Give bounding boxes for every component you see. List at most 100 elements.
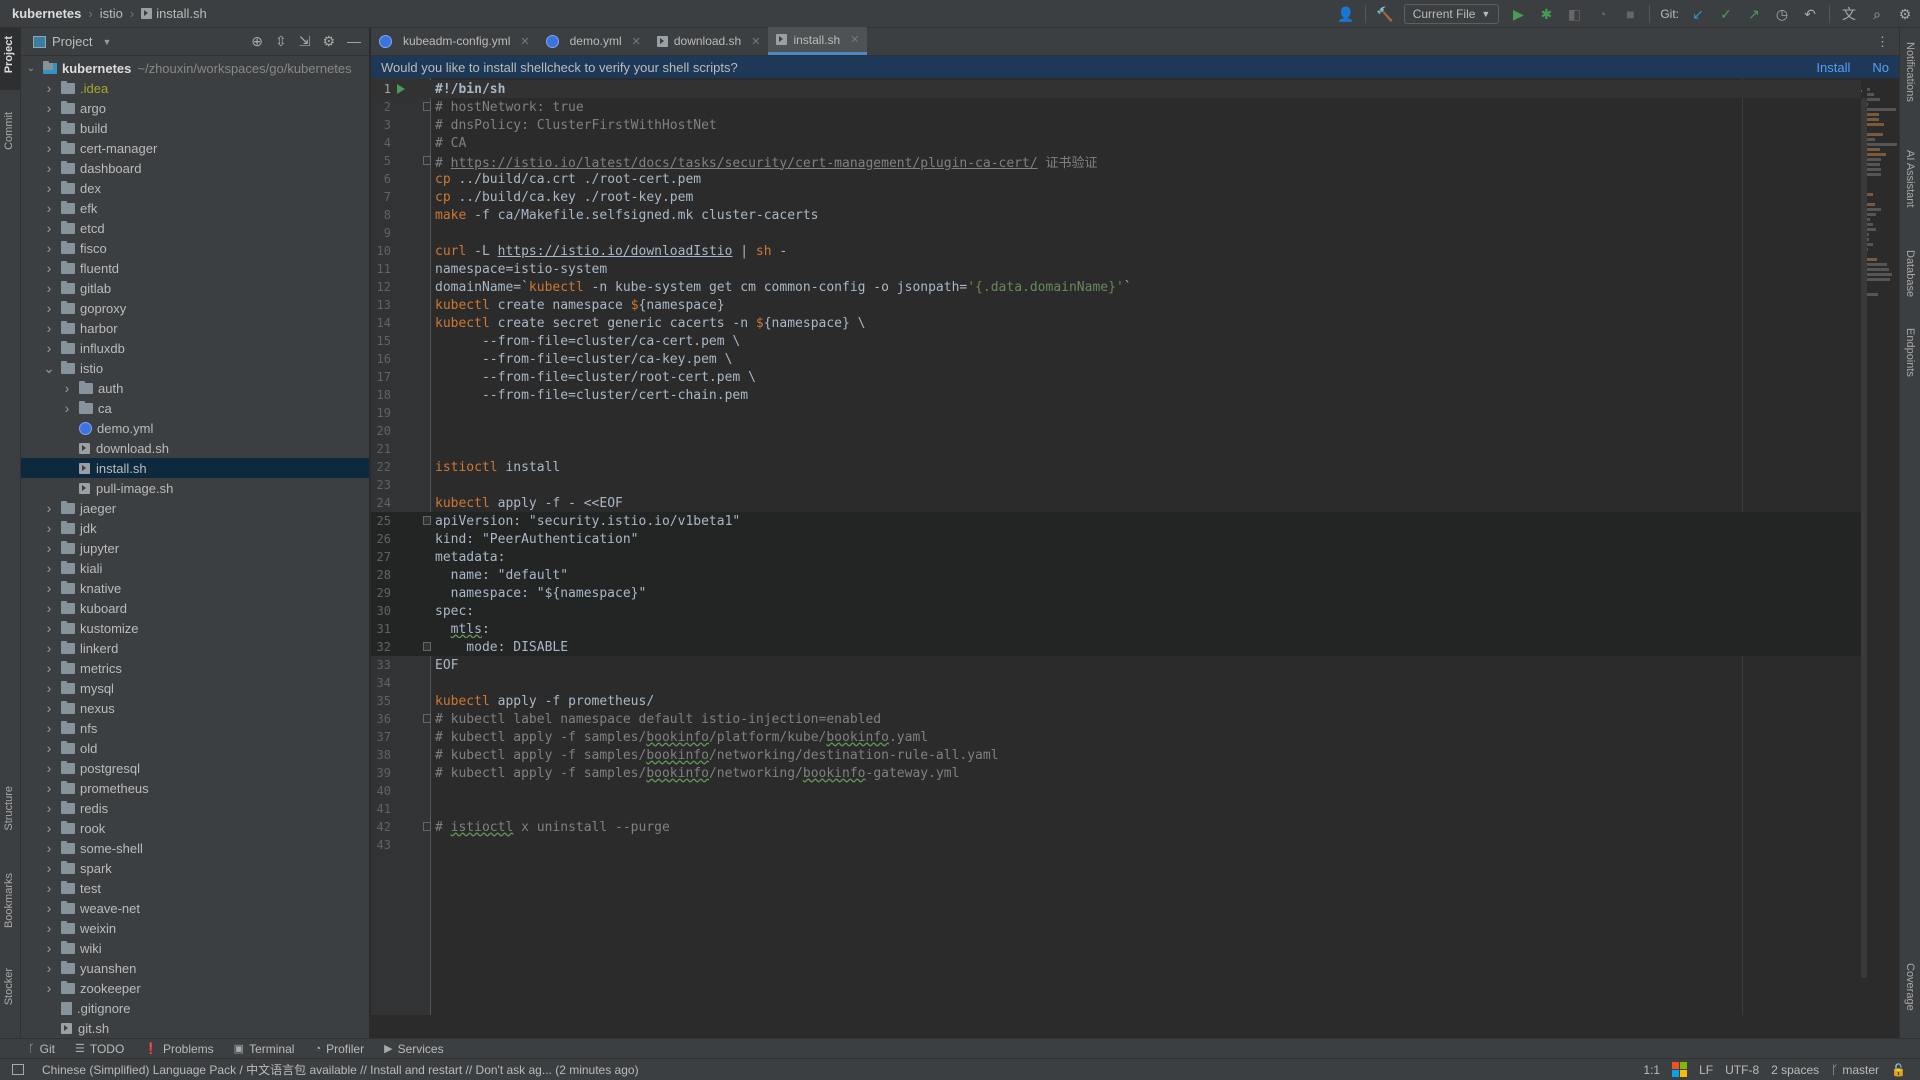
tree-item[interactable]: › zookeeper	[21, 978, 369, 998]
status-message[interactable]: Chinese (Simplified) Language Pack / 中文语…	[42, 1061, 639, 1078]
code-line[interactable]: 31 mtls:	[371, 620, 1861, 638]
code-line[interactable]: 1 #!/bin/sh	[371, 80, 1861, 98]
tree-item[interactable]: › linkerd	[21, 638, 369, 658]
tree-item[interactable]: › fluentd	[21, 258, 369, 278]
tool-window-profiler[interactable]: ◔ Profiler	[314, 1042, 364, 1056]
minimap[interactable]	[1867, 86, 1897, 296]
tree-item[interactable]: › etcd	[21, 218, 369, 238]
chevron-down-icon[interactable]: ▼	[102, 37, 111, 47]
code-line[interactable]: 16 --from-file=cluster/ca-key.pem \	[371, 350, 1861, 368]
close-icon[interactable]: ✕	[751, 35, 760, 48]
chevron-right-icon[interactable]: ›	[43, 200, 55, 216]
code-token[interactable]: https://istio.io/latest/docs/tasks/secur…	[451, 156, 1038, 171]
code-line[interactable]: 11 namespace=istio-system	[371, 260, 1861, 278]
code-line[interactable]: 2 # hostNetwork: true	[371, 98, 1861, 116]
tool-window-todo[interactable]: ☰ TODO	[75, 1042, 124, 1056]
code-line[interactable]: 13 kubectl create namespace ${namespace}	[371, 296, 1861, 314]
ai-assistant-tool-button[interactable]: AI Assistant	[1904, 150, 1916, 207]
more-icon[interactable]: ⋮	[1876, 34, 1889, 50]
chevron-right-icon[interactable]: ›	[43, 540, 55, 556]
tree-item[interactable]: › spark	[21, 858, 369, 878]
collapse-all-icon[interactable]: ⇲	[299, 33, 311, 50]
code-line[interactable]: 37 # kubectl apply -f samples/bookinfo/pl…	[371, 728, 1861, 746]
banner-no-link[interactable]: No	[1872, 60, 1889, 75]
line-separator[interactable]: LF	[1699, 1063, 1713, 1077]
indent-setting[interactable]: 2 spaces	[1771, 1063, 1819, 1077]
chevron-right-icon[interactable]: ›	[61, 400, 73, 416]
endpoints-tool-button[interactable]: Endpoints	[1904, 328, 1916, 377]
tree-item[interactable]: › gitlab	[21, 278, 369, 298]
run-icon[interactable]: ▶	[1509, 5, 1527, 23]
chevron-right-icon[interactable]: ›	[43, 520, 55, 536]
bookmarks-tool-button[interactable]: Bookmarks	[3, 873, 15, 928]
chevron-right-icon[interactable]: ›	[43, 300, 55, 316]
close-icon[interactable]: ✕	[520, 35, 529, 48]
chevron-right-icon[interactable]: ›	[43, 260, 55, 276]
search-icon[interactable]: ⌕	[1868, 5, 1886, 23]
code-editor[interactable]: ⊘ ✔ 7 ⌃ ⌄ 1#!/bin/sh2# hostNetwork: true…	[371, 78, 1899, 1015]
tree-item[interactable]: › rook	[21, 818, 369, 838]
code-line[interactable]: 30 spec:	[371, 602, 1861, 620]
tree-item[interactable]: › kiali	[21, 558, 369, 578]
chevron-right-icon[interactable]: ›	[43, 620, 55, 636]
commit-tool-button[interactable]: Commit	[3, 112, 15, 150]
code-line[interactable]: 28 name: "default"	[371, 566, 1861, 584]
fold-marker-icon[interactable]	[423, 822, 431, 831]
code-line[interactable]: 23	[371, 476, 1861, 494]
tree-item[interactable]: download.sh	[21, 438, 369, 458]
tool-window-terminal[interactable]: ▣ Terminal	[234, 1042, 295, 1056]
editor-tab[interactable]: kubeadm-config.yml ✕	[371, 27, 538, 55]
chevron-right-icon[interactable]: ›	[43, 320, 55, 336]
chevron-right-icon[interactable]: ›	[43, 920, 55, 936]
structure-tool-button[interactable]: Structure	[3, 786, 15, 831]
tree-item[interactable]: › harbor	[21, 318, 369, 338]
tree-item[interactable]: › nfs	[21, 718, 369, 738]
code-line[interactable]: 9	[371, 224, 1861, 242]
tree-item[interactable]: › jdk	[21, 518, 369, 538]
stocker-tool-button[interactable]: Stocker	[3, 968, 15, 1005]
code-line[interactable]: 27 metadata:	[371, 548, 1861, 566]
stop-icon[interactable]: ■	[1621, 5, 1639, 23]
coverage-run-icon[interactable]: ◧	[1565, 5, 1583, 23]
tree-item[interactable]: › influxdb	[21, 338, 369, 358]
chevron-right-icon[interactable]: ›	[43, 100, 55, 116]
chevron-right-icon[interactable]: ›	[43, 900, 55, 916]
tree-item[interactable]: ⌄ istio	[21, 358, 369, 378]
chevron-right-icon[interactable]: ›	[43, 160, 55, 176]
tree-item[interactable]: › kustomize	[21, 618, 369, 638]
fold-marker-icon[interactable]	[423, 642, 431, 651]
chevron-right-icon[interactable]: ›	[43, 740, 55, 756]
chevron-right-icon[interactable]: ›	[43, 700, 55, 716]
rollback-icon[interactable]: ↶	[1801, 5, 1819, 23]
chevron-right-icon[interactable]: ›	[43, 240, 55, 256]
caret-position[interactable]: 1:1	[1643, 1063, 1660, 1077]
code-line[interactable]: 15 --from-file=cluster/ca-cert.pem \	[371, 332, 1861, 350]
chevron-right-icon[interactable]: ›	[43, 580, 55, 596]
fold-marker-icon[interactable]	[423, 714, 431, 723]
code-line[interactable]: 10 curl -L https://istio.io/downloadIstio…	[371, 242, 1861, 260]
code-line[interactable]: 35 kubectl apply -f prometheus/	[371, 692, 1861, 710]
code-line[interactable]: 5 # https://istio.io/latest/docs/tasks/se…	[371, 152, 1861, 171]
tree-item[interactable]: › knative	[21, 578, 369, 598]
build-hammer-icon[interactable]: 🔨	[1376, 5, 1394, 23]
tree-item[interactable]: › yuanshen	[21, 958, 369, 978]
gear-icon[interactable]: ⚙	[322, 33, 335, 50]
git-push-icon[interactable]: ↗	[1745, 5, 1763, 23]
tree-item[interactable]: › postgresql	[21, 758, 369, 778]
chevron-right-icon[interactable]: ›	[43, 760, 55, 776]
tree-item[interactable]: › ca	[21, 398, 369, 418]
code-line[interactable]: 7 cp ../build/ca.key ./root-key.pem	[371, 188, 1861, 206]
code-line[interactable]: 14 kubectl create secret generic cacerts …	[371, 314, 1861, 332]
breadcrumb-file[interactable]: install.sh	[156, 6, 207, 21]
chevron-right-icon[interactable]: ›	[43, 640, 55, 656]
code-line[interactable]: 6 cp ../build/ca.crt ./root-cert.pem	[371, 170, 1861, 188]
tree-item[interactable]: › goproxy	[21, 298, 369, 318]
chevron-right-icon[interactable]: ›	[43, 960, 55, 976]
chevron-right-icon[interactable]: ›	[43, 280, 55, 296]
fold-marker-icon[interactable]	[423, 156, 431, 165]
tree-item[interactable]: demo.yml	[21, 418, 369, 438]
chevron-right-icon[interactable]: ›	[43, 340, 55, 356]
code-line[interactable]: 36 # kubectl label namespace default isti…	[371, 710, 1861, 728]
code-token[interactable]: https://istio.io/downloadIstio	[498, 244, 733, 259]
breadcrumb-folder[interactable]: istio	[100, 6, 123, 21]
